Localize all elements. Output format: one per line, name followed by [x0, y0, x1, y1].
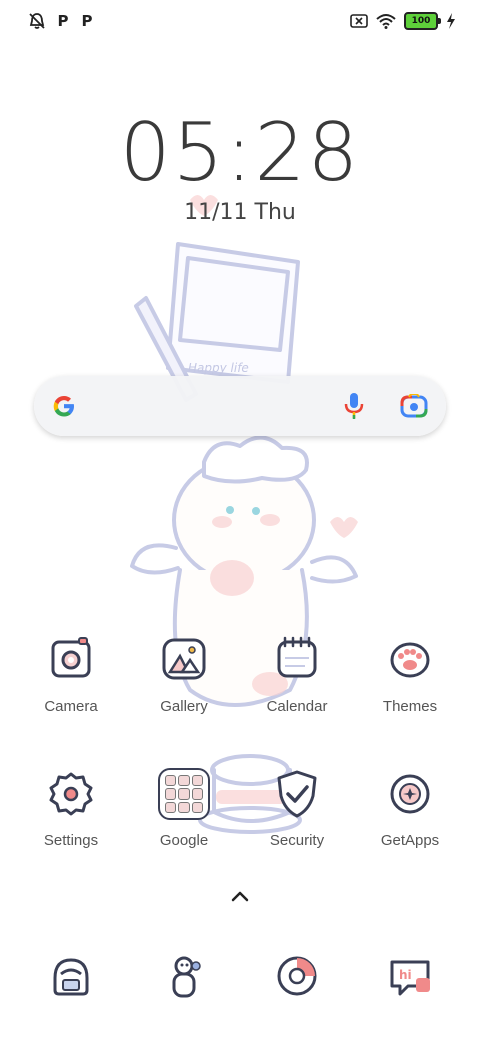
app-gallery[interactable]: Gallery — [129, 632, 239, 715]
app-camera[interactable]: Camera — [16, 632, 126, 715]
app-settings[interactable]: Settings — [16, 766, 126, 849]
svg-text:Happy life: Happy life — [188, 361, 249, 375]
google-g-icon — [53, 396, 74, 417]
gallery-icon — [162, 638, 206, 680]
p-icon: P — [57, 12, 69, 30]
gear-icon — [49, 772, 93, 816]
mute-bell-icon — [29, 13, 45, 29]
dock-phone[interactable] — [16, 948, 126, 1004]
browser-icon — [277, 956, 317, 996]
camera-icon — [51, 637, 91, 678]
svg-text:hi: hi — [399, 968, 412, 982]
app-label: Google — [159, 832, 209, 849]
clock-date[interactable]: 11/11 Thu — [0, 200, 480, 225]
folder-icon — [158, 768, 210, 820]
paw-icon — [390, 642, 430, 678]
app-label: GetApps — [380, 832, 440, 849]
messages-icon: hi — [390, 960, 430, 996]
battery-icon: 100 — [404, 12, 441, 30]
app-getapps[interactable]: GetApps — [355, 766, 465, 849]
calendar-icon — [277, 636, 317, 678]
app-label: Camera — [44, 698, 98, 715]
dock-messages[interactable]: hi — [355, 948, 465, 1004]
app-label: Settings — [43, 832, 99, 849]
getapps-icon — [390, 774, 430, 814]
app-calendar[interactable]: Calendar — [242, 632, 352, 715]
wifi-icon — [376, 14, 396, 29]
clock-time[interactable]: 05:28 — [0, 106, 480, 199]
google-search-bar[interactable] — [34, 376, 446, 436]
app-themes[interactable]: Themes — [355, 632, 465, 715]
folder-google[interactable]: Google — [129, 766, 239, 849]
sim-x-icon — [350, 14, 368, 28]
dock-snowman[interactable] — [129, 948, 239, 1004]
app-label: Gallery — [160, 698, 208, 715]
app-security[interactable]: Security — [242, 766, 352, 849]
dock-browser[interactable] — [242, 948, 352, 1004]
app-drawer-caret-icon[interactable] — [228, 888, 252, 904]
microphone-icon[interactable] — [342, 392, 366, 420]
snowman-icon — [172, 956, 201, 998]
app-label: Calendar — [266, 698, 328, 715]
phone-icon — [53, 958, 89, 996]
p-icon: P — [81, 12, 93, 30]
shield-icon — [277, 770, 317, 818]
app-label: Themes — [382, 698, 438, 715]
charging-icon — [447, 13, 455, 29]
google-lens-icon[interactable] — [400, 394, 428, 418]
app-label: Security — [269, 832, 325, 849]
status-bar: P P 100 — [0, 0, 480, 44]
